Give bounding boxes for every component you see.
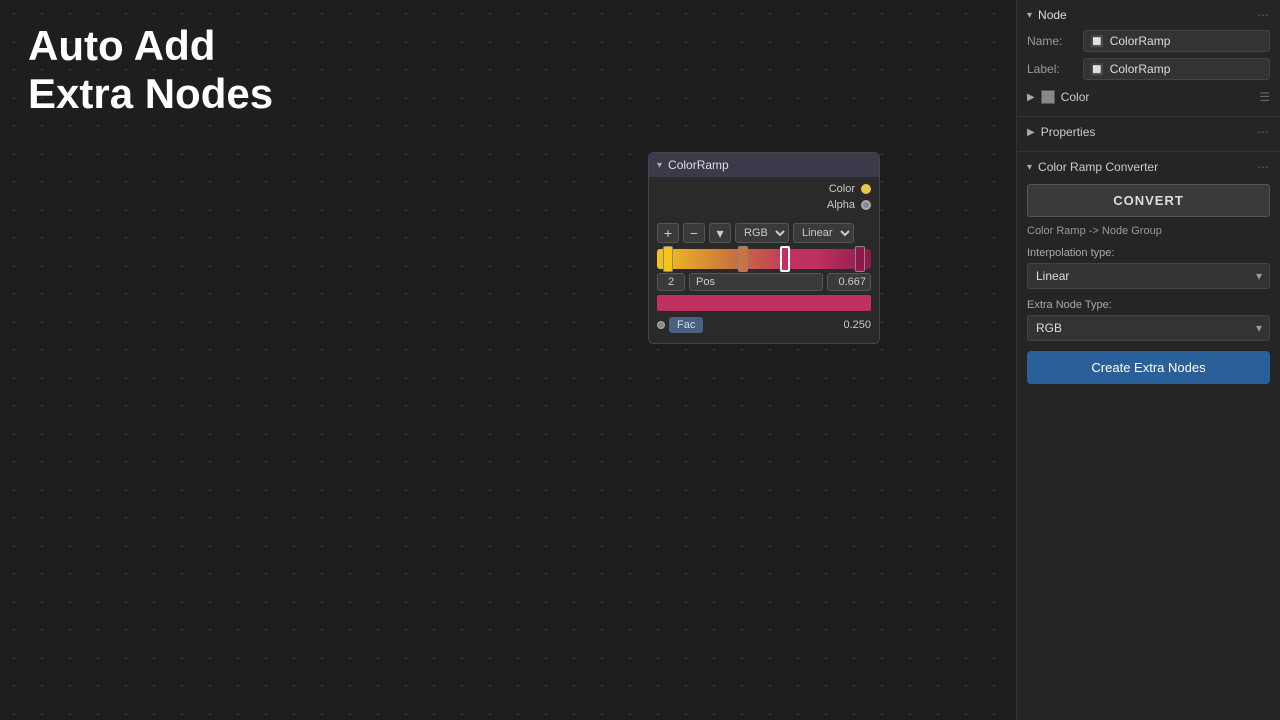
- converter-section: ▾ Color Ramp Converter ⋯ CONVERT Color R…: [1017, 152, 1280, 720]
- node-collapse-arrow[interactable]: ▾: [657, 160, 662, 171]
- name-value: ColorRamp: [1110, 34, 1171, 48]
- extra-node-select[interactable]: RGB HSV HSL: [1027, 315, 1270, 341]
- color-swatch[interactable]: [1041, 90, 1055, 104]
- interpolation-dropdown[interactable]: Linear: [793, 223, 854, 243]
- pos-label: Pos: [689, 273, 823, 291]
- controls-row: + − ▾ RGB Linear: [657, 223, 871, 243]
- ramp-handle-1[interactable]: [663, 246, 673, 272]
- pos-value[interactable]: 0.667: [827, 273, 871, 291]
- name-input[interactable]: 🔲 ColorRamp: [1083, 30, 1270, 52]
- label-value: ColorRamp: [1110, 62, 1171, 76]
- node-header[interactable]: ▾ ColorRamp: [649, 153, 879, 177]
- interpolation-select[interactable]: Linear Ease B-Spline Cardinal Constant: [1027, 263, 1270, 289]
- fac-label: Fac: [669, 317, 703, 333]
- ramp-handle-3[interactable]: [780, 246, 790, 272]
- extra-node-select-wrapper[interactable]: RGB HSV HSL: [1027, 315, 1270, 341]
- canvas-area[interactable]: Auto Add Extra Nodes ▾ ColorRamp Color A…: [0, 0, 1016, 720]
- node-section-header: ▾ Node ⋯: [1027, 8, 1270, 22]
- ramp-handle-2[interactable]: [738, 246, 748, 272]
- fac-dot[interactable]: [657, 321, 665, 329]
- output-color-dot[interactable]: [861, 184, 871, 194]
- interpolation-select-wrapper[interactable]: Linear Ease B-Spline Cardinal Constant: [1027, 263, 1270, 289]
- label-icon: 🔲: [1090, 63, 1104, 76]
- converter-title: Color Ramp Converter: [1038, 160, 1158, 174]
- right-panel: ▾ Node ⋯ Name: 🔲 ColorRamp Label: 🔲 Colo…: [1016, 0, 1280, 720]
- create-nodes-button[interactable]: Create Extra Nodes: [1027, 351, 1270, 384]
- node-controls: + − ▾ RGB Linear 2 Pos 0: [649, 217, 879, 343]
- fac-value: 0.250: [843, 319, 871, 331]
- page-title: Auto Add Extra Nodes: [28, 22, 273, 119]
- color-section-row: ▶ Color ☰: [1027, 86, 1270, 108]
- properties-header: ▶ Properties ⋯: [1027, 125, 1270, 139]
- color-label: Color: [1061, 90, 1090, 104]
- node-outputs: Color Alpha: [649, 177, 879, 217]
- node-section-title: Node: [1038, 8, 1067, 22]
- color-preview-bar[interactable]: [657, 295, 871, 311]
- output-alpha-label: Alpha: [827, 199, 855, 211]
- options-button[interactable]: ▾: [709, 223, 731, 243]
- properties-title: Properties: [1041, 125, 1096, 139]
- stop-index[interactable]: 2: [657, 273, 685, 291]
- fac-row: Fac 0.250: [657, 317, 871, 333]
- node-section-arrow[interactable]: ▾: [1027, 10, 1032, 21]
- add-stop-button[interactable]: +: [657, 223, 679, 243]
- position-row: 2 Pos 0.667: [657, 273, 871, 291]
- name-label: Name:: [1027, 34, 1075, 48]
- convert-description: Color Ramp -> Node Group: [1027, 225, 1270, 237]
- convert-button[interactable]: CONVERT: [1027, 184, 1270, 217]
- converter-arrow[interactable]: ▾: [1027, 162, 1032, 173]
- list-icon[interactable]: ☰: [1259, 90, 1270, 104]
- output-alpha-row: Alpha: [649, 197, 879, 213]
- converter-header: ▾ Color Ramp Converter ⋯: [1027, 160, 1270, 174]
- ramp-handle-4[interactable]: [855, 246, 865, 272]
- label-row: Label: 🔲 ColorRamp: [1027, 58, 1270, 80]
- label-label: Label:: [1027, 62, 1075, 76]
- output-alpha-dot[interactable]: [861, 200, 871, 210]
- interpolation-label: Interpolation type:: [1027, 247, 1270, 259]
- extra-node-label: Extra Node Type:: [1027, 299, 1270, 311]
- node-section: ▾ Node ⋯ Name: 🔲 ColorRamp Label: 🔲 Colo…: [1017, 0, 1280, 117]
- color-ramp-bar[interactable]: [657, 249, 871, 269]
- output-color-label: Color: [829, 183, 855, 195]
- color-mode-dropdown[interactable]: RGB: [735, 223, 789, 243]
- output-color-row: Color: [649, 181, 879, 197]
- colorramp-node[interactable]: ▾ ColorRamp Color Alpha + − ▾ RGB: [648, 152, 880, 344]
- properties-dots[interactable]: ⋯: [1257, 125, 1270, 139]
- name-icon: 🔲: [1090, 35, 1104, 48]
- node-section-dots[interactable]: ⋯: [1257, 8, 1270, 22]
- properties-arrow[interactable]: ▶: [1027, 127, 1035, 138]
- properties-section: ▶ Properties ⋯: [1017, 117, 1280, 152]
- converter-dots[interactable]: ⋯: [1257, 160, 1270, 174]
- name-row: Name: 🔲 ColorRamp: [1027, 30, 1270, 52]
- node-title: ColorRamp: [668, 158, 729, 172]
- remove-stop-button[interactable]: −: [683, 223, 705, 243]
- label-input[interactable]: 🔲 ColorRamp: [1083, 58, 1270, 80]
- color-expand-arrow[interactable]: ▶: [1027, 92, 1035, 103]
